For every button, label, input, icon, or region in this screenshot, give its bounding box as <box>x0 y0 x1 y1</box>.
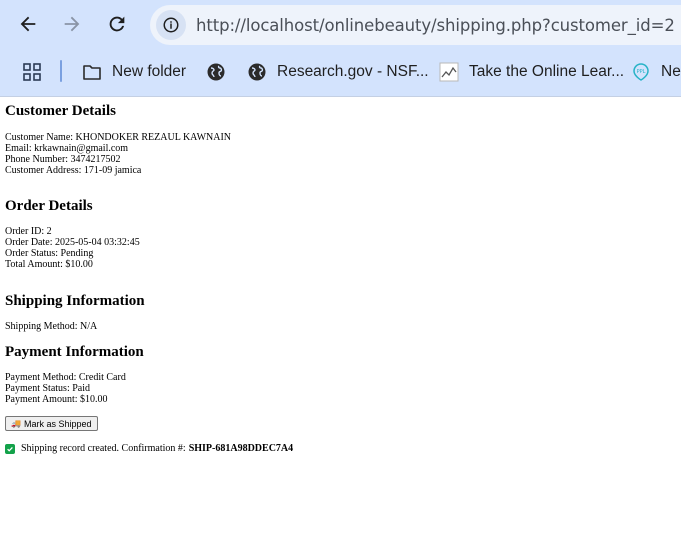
truck-icon: 🚚 <box>11 419 21 428</box>
ppl-favicon-icon: PPL <box>633 63 649 81</box>
bookmark-take-online[interactable]: Take the Online Lear... <box>439 59 624 85</box>
bookmark-label: Nex <box>661 63 681 80</box>
payment-status: Payment Status: Paid <box>5 383 90 394</box>
mark-as-shipped-label: Mark as Shipped <box>23 418 92 429</box>
customer-details-heading: Customer Details <box>5 103 116 119</box>
order-details-heading: Order Details <box>5 198 93 214</box>
shipping-information-section: Shipping Information Shipping Method: N/… <box>5 293 676 332</box>
apps-button[interactable] <box>22 59 52 85</box>
site-info-button[interactable] <box>156 10 186 40</box>
reload-icon <box>109 16 125 32</box>
bookmark-new-folder[interactable]: New folder <box>82 59 186 85</box>
bookmark-globe[interactable] <box>206 59 236 85</box>
forward-button[interactable] <box>55 7 89 41</box>
apps-grid-icon <box>23 63 41 81</box>
payment-information-section: Payment Information Payment Method: Cred… <box>5 344 676 405</box>
customer-details-section: Customer Details Customer Name: KHONDOKE… <box>5 103 676 176</box>
browser-chrome: http://localhost/onlinebeauty/shipping.p… <box>0 0 681 97</box>
mark-as-shipped-button[interactable]: 🚚 Mark as Shipped <box>5 416 98 431</box>
bookmark-research-gov[interactable]: Research.gov - NSF... <box>247 59 429 85</box>
reload-button[interactable] <box>100 7 134 41</box>
forward-arrow-icon <box>64 16 80 32</box>
info-icon <box>163 17 179 33</box>
customer-email: Email: krkawnain@gmail.com <box>5 143 129 154</box>
page-content: Customer Details Customer Name: KHONDOKE… <box>0 103 681 454</box>
globe-icon <box>248 63 266 81</box>
navigation-bar: http://localhost/onlinebeauty/shipping.p… <box>0 0 681 48</box>
bookmark-nex[interactable]: PPL Nex <box>631 59 681 85</box>
address-bar[interactable]: http://localhost/onlinebeauty/shipping.p… <box>150 5 681 45</box>
check-icon <box>5 443 15 454</box>
folder-icon <box>83 65 101 80</box>
chart-favicon-icon <box>439 62 459 82</box>
order-details-section: Order Details Order ID: 2 Order Date: 20… <box>5 198 676 270</box>
payment-information-heading: Payment Information <box>5 344 144 360</box>
confirmation-text: Shipping record created. Confirmation #: <box>21 443 186 454</box>
shipping-information-heading: Shipping Information <box>5 293 145 309</box>
confirmation-code: SHIP-681A98DDEC7A4 <box>188 443 294 454</box>
payment-method: Payment Method: Credit Card <box>5 372 126 383</box>
customer-name: Customer Name: KHONDOKER REZAUL KAWNAIN <box>5 132 232 143</box>
shipping-confirmation: Shipping record created. Confirmation #:… <box>5 443 676 454</box>
shipping-method: Shipping Method: N/A <box>5 321 98 332</box>
order-status: Order Status: Pending <box>5 248 94 259</box>
bookmark-label: New folder <box>112 63 187 80</box>
globe-icon <box>207 63 225 81</box>
url-text[interactable]: http://localhost/onlinebeauty/shipping.p… <box>196 16 675 35</box>
bookmarks-separator <box>60 60 62 82</box>
bookmark-label: Take the Online Lear... <box>469 63 625 80</box>
back-button[interactable] <box>11 7 45 41</box>
back-arrow-icon <box>20 16 36 32</box>
payment-amount: Payment Amount: $10.00 <box>5 394 108 405</box>
bookmarks-bar: New folder Research.gov - NSF... Take th… <box>0 48 681 96</box>
order-id: Order ID: 2 <box>5 226 52 237</box>
customer-phone: Phone Number: 3474217502 <box>5 154 121 165</box>
customer-address: Customer Address: 171-09 jamica <box>5 165 142 176</box>
bookmark-label: Research.gov - NSF... <box>277 63 429 80</box>
svg-text:PPL: PPL <box>637 69 646 75</box>
order-date: Order Date: 2025-05-04 03:32:45 <box>5 237 140 248</box>
order-total: Total Amount: $10.00 <box>5 259 93 270</box>
